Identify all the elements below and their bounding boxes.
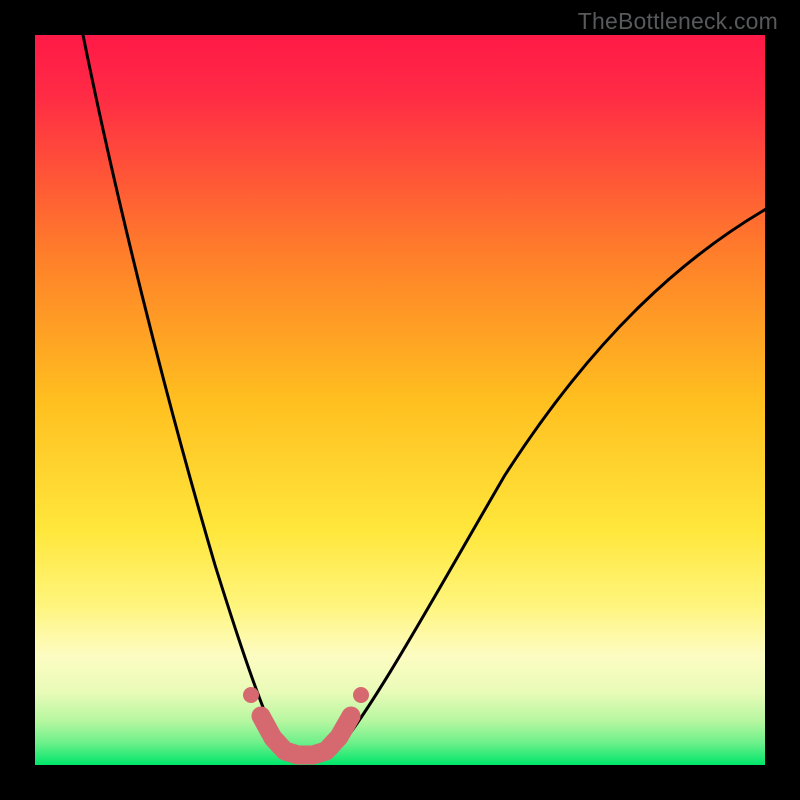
optimal-band xyxy=(261,716,351,755)
optimal-band-dot-left xyxy=(243,687,259,703)
bottleneck-curve-right xyxy=(335,205,765,753)
plot-area xyxy=(35,35,765,765)
curve-layer xyxy=(35,35,765,765)
optimal-band-dot-right xyxy=(353,687,369,703)
watermark-text: TheBottleneck.com xyxy=(578,8,778,35)
bottleneck-curve-left xyxy=(81,35,283,755)
chart-root: TheBottleneck.com xyxy=(0,0,800,800)
